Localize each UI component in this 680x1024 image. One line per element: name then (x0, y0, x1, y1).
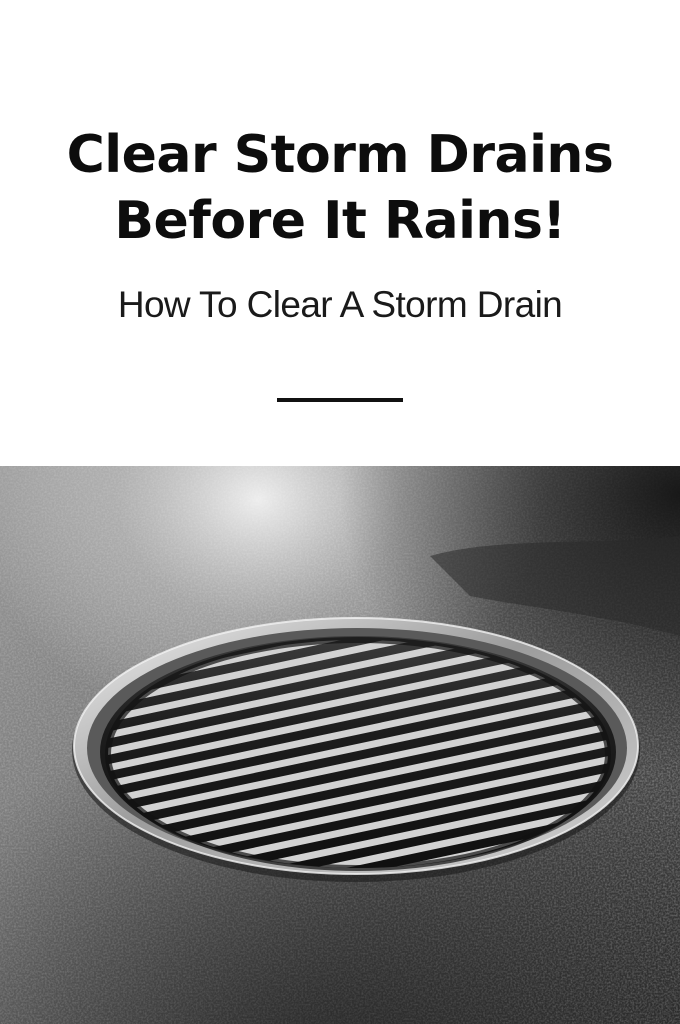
title-line-2: Before It Rains! (114, 191, 566, 251)
pin-header: Clear Storm Drains Before It Rains! How … (0, 0, 680, 466)
divider (277, 398, 403, 402)
page-title: Clear Storm Drains Before It Rains! (0, 122, 680, 254)
page-subtitle: How To Clear A Storm Drain (117, 284, 563, 325)
title-line-1: Clear Storm Drains (66, 125, 614, 185)
pin-graphic: Clear Storm Drains Before It Rains! How … (0, 0, 680, 1024)
storm-drain-photo (0, 466, 680, 1024)
